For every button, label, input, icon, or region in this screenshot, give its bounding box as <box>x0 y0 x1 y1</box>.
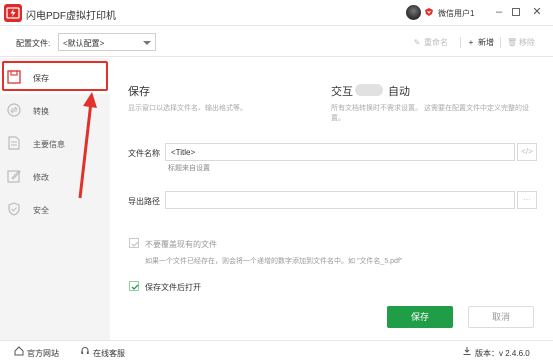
new-label: 新增 <box>478 38 494 47</box>
config-select[interactable]: <默认配置> <box>58 33 156 51</box>
headset-icon <box>81 347 89 354</box>
rename-button[interactable]: ✎ 重命名 <box>412 37 448 48</box>
config-bar: 配置文件: <默认配置> ✎ 重命名 + 新增 🗑 移除 <box>0 27 553 57</box>
save-button[interactable]: 保存 <box>387 306 453 328</box>
section-desc-interact: 所有文档转换时不需求设置。 这需要在配置文件中定义完整的设置。 <box>331 105 529 122</box>
sidebar-item-label: 转换 <box>33 107 49 116</box>
plus-icon: + <box>468 38 474 47</box>
path-input[interactable] <box>165 191 515 209</box>
website-link[interactable]: 官方网站 <box>14 346 59 359</box>
sidebar-item-label: 主要信息 <box>33 140 65 149</box>
divider <box>460 37 461 48</box>
title-bar: 闪电PDF虚拟打印机 微信用户1 – ✕ <box>0 0 553 26</box>
filename-value: <Title> <box>171 148 196 157</box>
avatar[interactable] <box>406 5 421 20</box>
info-icon <box>8 136 20 150</box>
convert-icon <box>7 103 21 117</box>
sidebar-item-label: 安全 <box>33 206 49 215</box>
config-label: 配置文件: <box>16 39 51 48</box>
filename-input[interactable]: <Title> <box>165 143 515 161</box>
annotation-highlight <box>2 61 108 91</box>
support-link[interactable]: 在线客服 <box>80 346 125 359</box>
remove-button[interactable]: 🗑 移除 <box>507 37 535 48</box>
maximize-icon[interactable] <box>509 5 523 19</box>
section-desc-save: 显示窗口以选择文件名、输出格式等。 <box>128 105 247 112</box>
no-overwrite-hint: 如果一个文件已经存在，则会将一个递增的数字添加到文件名中。如 "文件名_5.pd… <box>145 258 403 265</box>
filename-label: 文件名称 <box>128 149 160 158</box>
minimize-icon[interactable]: – <box>492 5 506 19</box>
shield-icon <box>8 202 20 216</box>
app-title: 闪电PDF虚拟打印机 <box>26 11 116 22</box>
config-select-value: <默认配置> <box>63 39 105 48</box>
cancel-button[interactable]: 取消 <box>468 306 534 328</box>
vip-badge-icon <box>425 8 433 16</box>
chevron-down-icon <box>143 41 151 45</box>
user-name[interactable]: 微信用户1 <box>438 8 474 19</box>
sidebar-item-label: 修改 <box>33 173 49 182</box>
home-icon <box>14 346 24 356</box>
support-label: 在线客服 <box>93 349 125 358</box>
path-label: 导出路径 <box>128 197 160 206</box>
rename-icon: ✎ <box>413 38 421 47</box>
code-icon: </> <box>521 147 533 156</box>
divider <box>500 37 501 48</box>
check-icon <box>131 284 139 290</box>
version-info[interactable]: 版本：v 2.4.6.0 <box>462 346 530 359</box>
download-icon <box>463 347 471 355</box>
annotation-arrow-icon <box>78 92 97 199</box>
section-title-auto: 自动 <box>388 86 410 98</box>
filename-hint: 标题来自设置 <box>168 165 210 172</box>
app-logo-icon <box>4 4 22 22</box>
no-overwrite-checkbox[interactable] <box>129 238 139 248</box>
website-label: 官方网站 <box>27 349 59 358</box>
trash-icon: 🗑 <box>507 38 518 47</box>
close-icon[interactable]: ✕ <box>530 5 544 19</box>
edit-icon <box>7 170 21 183</box>
ellipsis-icon: ··· <box>523 195 531 204</box>
open-after-label: 保存文件后打开 <box>145 283 201 292</box>
mode-toggle[interactable] <box>355 84 383 96</box>
token-button[interactable]: </> <box>517 143 537 161</box>
status-bar: 官方网站 在线客服 版本：v 2.4.6.0 <box>0 340 553 360</box>
section-title-save: 保存 <box>128 86 150 98</box>
no-overwrite-label: 不要覆盖现有的文件 <box>145 240 217 249</box>
browse-button[interactable]: ··· <box>517 191 537 209</box>
section-title-interact: 交互 <box>331 86 353 98</box>
open-after-checkbox[interactable] <box>129 281 139 291</box>
version-label: 版本：v 2.4.6.0 <box>475 349 530 358</box>
remove-label: 移除 <box>519 38 535 47</box>
rename-label: 重命名 <box>424 38 448 47</box>
check-icon <box>131 241 139 247</box>
new-button[interactable]: + 新增 <box>466 37 494 48</box>
